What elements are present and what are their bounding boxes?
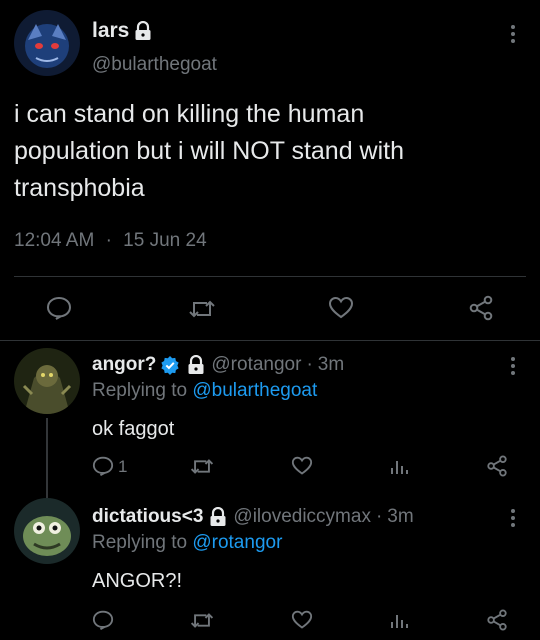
reply-text: ok faggot <box>92 418 175 440</box>
author-handle[interactable]: @rotangor <box>211 354 301 376</box>
share-icon[interactable] <box>468 295 494 321</box>
more-options-icon[interactable] <box>506 22 520 46</box>
author-handle[interactable]: @ilovediccymax <box>233 506 371 528</box>
divider <box>14 276 526 277</box>
retweet-icon[interactable] <box>189 456 215 477</box>
separator-dot: · <box>306 354 313 375</box>
reply-header: dictatious<3 @ilovediccymax · 3m <box>92 504 414 530</box>
divider <box>0 340 540 341</box>
more-options-icon[interactable] <box>506 354 520 383</box>
tweet-time: 12:04 AM <box>14 230 95 251</box>
like-icon[interactable] <box>291 610 313 630</box>
lock-icon <box>134 21 152 41</box>
lock-icon <box>187 355 205 375</box>
reply-text: ANGOR?! <box>92 570 183 592</box>
share-icon[interactable] <box>486 609 508 631</box>
avatar[interactable] <box>14 348 80 414</box>
reply-icon[interactable] <box>46 296 72 320</box>
thread-line <box>46 418 48 498</box>
reply-icon[interactable] <box>92 456 114 476</box>
tweet-text-line: population but i will NOT stand with <box>14 137 405 165</box>
author-name-row: lars <box>92 18 152 44</box>
avatar[interactable] <box>14 498 80 564</box>
separator-dot: · <box>105 230 112 251</box>
like-icon[interactable] <box>291 456 313 476</box>
replying-to-handle[interactable]: @bularthegoat <box>192 380 317 401</box>
like-icon[interactable] <box>328 296 354 320</box>
reply-header: angor? @rotangor · 3m <box>92 352 344 378</box>
tweet-text: i can stand on killing the human populat… <box>14 96 404 207</box>
author-name[interactable]: angor? <box>92 354 156 376</box>
views-icon[interactable] <box>390 457 408 475</box>
retweet-icon[interactable] <box>189 610 215 631</box>
views-icon[interactable] <box>390 611 408 629</box>
reply-age[interactable]: 3m <box>318 354 344 376</box>
more-options-icon[interactable] <box>506 506 520 535</box>
avatar[interactable] <box>14 10 80 76</box>
separator-dot: · <box>375 506 383 527</box>
reply-age[interactable]: 3m <box>387 506 413 528</box>
retweet-icon[interactable] <box>187 297 217 321</box>
reply-count: 1 <box>118 457 128 476</box>
replying-to-label: Replying to <box>92 532 188 553</box>
replying-to: Replying to @bularthegoat <box>92 380 317 402</box>
replying-to-handle[interactable]: @rotangor <box>192 532 282 553</box>
author-handle[interactable]: @bularthegoat <box>92 54 217 76</box>
lock-icon <box>209 507 227 527</box>
share-icon[interactable] <box>486 455 508 477</box>
replying-to: Replying to @rotangor <box>92 532 282 554</box>
reply-icon[interactable] <box>92 610 114 630</box>
tweet-date: 15 Jun 24 <box>123 230 207 251</box>
author-name[interactable]: lars <box>92 19 129 43</box>
verified-badge-icon <box>160 355 180 375</box>
replying-to-label: Replying to <box>92 380 188 401</box>
author-name[interactable]: dictatious<3 <box>92 506 203 528</box>
tweet-timestamp[interactable]: 12:04 AM · 15 Jun 24 <box>14 230 207 252</box>
tweet-text-line: transphobia <box>14 174 145 202</box>
tweet-text-line: i can stand on killing the human <box>14 100 365 128</box>
